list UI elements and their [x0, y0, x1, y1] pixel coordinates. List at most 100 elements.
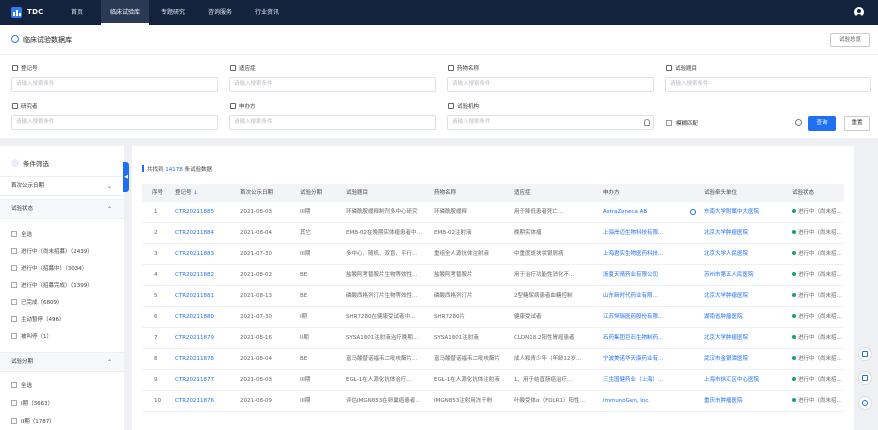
trial-overview-button[interactable]: 试验总览: [830, 33, 870, 47]
info-circle-icon[interactable]: [690, 209, 696, 215]
cell-id[interactable]: CTR20211876: [175, 391, 235, 412]
table-row[interactable]: 10 CTR20211876 2021-08-09 III期 评估IMGN853在卵巢癌…: [142, 391, 844, 412]
cell-id[interactable]: CTR20211884: [175, 223, 235, 244]
query-button[interactable]: 查询: [808, 116, 836, 131]
indication-input[interactable]: 请输入搜索条件: [229, 77, 436, 92]
cell-sponsor[interactable]: 上海岸迈生物科技有限…: [603, 223, 683, 244]
status-option-paused[interactable]: 主动暂停（496）: [11, 315, 65, 323]
table-row[interactable]: 4 CTR20211882 2021-08-02 BE 盐酸阿考替胺片生物等效性… 盐酸阿…: [142, 265, 844, 286]
nav-clinical-trial-db[interactable]: 临床试验库: [101, 0, 149, 25]
nav-topic-research[interactable]: 专题研究: [150, 0, 196, 25]
cell-sponsor[interactable]: 宁波美诺华天康药业有…: [603, 349, 683, 370]
cell-sponsor[interactable]: ImmunoGen, Inc.: [603, 391, 683, 412]
cell-title: EGL-1在人源化抗体治疗…: [346, 377, 412, 383]
researcher-input[interactable]: 请输入搜索条件: [11, 115, 218, 130]
option-checkbox[interactable]: [11, 248, 17, 254]
option-checkbox[interactable]: [11, 282, 17, 288]
registration-no-input[interactable]: 请输入搜索条件: [11, 77, 218, 92]
sort-icon[interactable]: ↓: [193, 190, 198, 196]
option-checkbox[interactable]: [11, 299, 17, 305]
cell-id[interactable]: CTR20211883: [175, 244, 235, 265]
table-row[interactable]: 1 CTR20211885 2021-08-03 III期 环磷酰胺缓释制剂多中心研究 环…: [142, 202, 844, 223]
cell-lead[interactable]: 苏州市第五人民医院: [704, 265, 788, 286]
option-checkbox[interactable]: [11, 382, 17, 388]
phase-option-phase-2[interactable]: II期（1787）: [11, 417, 55, 425]
cell-id[interactable]: CTR20211879: [175, 328, 235, 349]
cell-lead[interactable]: 北京大学肿瘤医院: [704, 286, 788, 307]
status-option-select-all[interactable]: 全选: [11, 230, 32, 238]
table-row[interactable]: 8 CTR20211878 2021-08-04 BE 富马酸替诺福韦二吡呋酯片… 富马酸…: [142, 349, 844, 370]
cell-sponsor[interactable]: AstraZeneca AB: [603, 202, 683, 223]
table-row[interactable]: 9 CTR20211877 2021-08-03 III期 EGL-1在人源化抗体治疗……: [142, 370, 844, 391]
option-checkbox[interactable]: [11, 265, 17, 271]
status-option-recruitment-complete[interactable]: 进行中（招募完成）（1399）: [11, 281, 93, 289]
collapse-sidebar-icon[interactable]: ◀: [123, 162, 129, 192]
cell-drug: IMGN853注射用冻干粉: [434, 398, 493, 404]
option-checkbox[interactable]: [11, 400, 17, 406]
trial-title-input[interactable]: 请输入搜索条件: [665, 77, 871, 92]
tdc-logo-icon[interactable]: [11, 7, 22, 18]
nav-consulting[interactable]: 咨询服务: [197, 0, 243, 25]
drug-name-input[interactable]: 请输入搜索条件: [447, 77, 654, 92]
filter-section-trial-status[interactable]: 试验状态 ⌃: [0, 199, 124, 219]
option-checkbox[interactable]: [11, 418, 17, 424]
cell-id[interactable]: CTR20211880: [175, 307, 235, 328]
cell-sponsor[interactable]: 浙夏天晴药业有限公司: [603, 265, 683, 286]
cell-id[interactable]: CTR20211882: [175, 265, 235, 286]
arrow-up-icon[interactable]: [858, 396, 872, 410]
status-option-recruiting[interactable]: 进行中（招募中）（3034）: [11, 264, 87, 272]
table-row[interactable]: 7 CTR20211879 2021-08-16 II期 SYSA1801注射液治疗晚期…: [142, 328, 844, 349]
status-option-stopped[interactable]: 被叫停（1）: [11, 332, 52, 340]
cell-sponsor[interactable]: 上海君实生物医药科技…: [603, 244, 683, 265]
cell-lead[interactable]: 东南大学附属中大医院: [704, 202, 788, 223]
cell-indication: CLDN18.2阳性胃癌患者: [514, 335, 575, 341]
cell-title: SHR7280在健康受试者中…: [346, 314, 416, 320]
table-row[interactable]: 6 CTR20211880 2021-07-30 I期 SHR7280在健康受试者中… S…: [142, 307, 844, 328]
cell-lead[interactable]: 上海市徐汇区中心医院: [704, 370, 788, 391]
fuzzy-match-checkbox[interactable]: [666, 120, 672, 126]
table-row[interactable]: 2 CTR20211884 2021-08-04 其它 EMB-02在晚期实体瘤患者中……: [142, 223, 844, 244]
option-checkbox[interactable]: [11, 316, 17, 322]
cell-sponsor[interactable]: 石药集团巨石生物制药…: [603, 328, 683, 349]
cell-lead[interactable]: 北京大学肿瘤医院: [704, 328, 788, 349]
cell-sponsor[interactable]: 三生国健药业（上海）…: [603, 370, 683, 391]
column-header-indication: 适应症: [514, 190, 531, 196]
filter-section-trial-phase[interactable]: 试验分期 ⌃: [0, 352, 124, 372]
cell-sponsor[interactable]: 山东新时代药业有限…: [603, 286, 683, 307]
cell-id[interactable]: CTR20211881: [175, 286, 235, 307]
filter-section-first-publish-date[interactable]: 首次公示日期 ⌄: [0, 176, 124, 196]
phase-option-phase-1[interactable]: I期（3663）: [11, 399, 53, 407]
cell-id[interactable]: CTR20211877: [175, 370, 235, 391]
clipboard-icon[interactable]: [858, 371, 872, 385]
nav-home[interactable]: 首页: [58, 0, 96, 25]
phase-option-select-all[interactable]: 全选: [11, 381, 32, 389]
cell-lead[interactable]: 重庆市肿瘤医院: [704, 391, 788, 412]
nav-industry-news[interactable]: 行业资讯: [244, 0, 290, 25]
column-header-reg-no[interactable]: 登记号 ↓: [175, 184, 198, 202]
column-header-lead-unit: 试验牵头单位: [704, 190, 738, 196]
status-option-not-recruiting[interactable]: 进行中（尚未招募）（2439）: [11, 247, 93, 255]
reset-button[interactable]: 重置: [844, 116, 870, 131]
cell-lead[interactable]: 武汉市金银潭医院: [704, 349, 788, 370]
cell-sponsor[interactable]: 江苏恒瑞医药股份有限…: [603, 307, 683, 328]
pin-icon[interactable]: [644, 119, 650, 126]
status-option-completed[interactable]: 已完成（6809）: [11, 298, 63, 306]
user-avatar-icon[interactable]: [854, 7, 864, 17]
status-dot-icon: [792, 356, 796, 360]
column-header-title: 试验题目: [346, 190, 369, 196]
cell-id[interactable]: CTR20211885: [175, 202, 235, 223]
cell-lead[interactable]: 北京大学人民医院: [704, 244, 788, 265]
cell-lead[interactable]: 北京大学肿瘤医院: [704, 223, 788, 244]
help-icon[interactable]: [795, 119, 802, 126]
brand-name[interactable]: TDC: [27, 8, 44, 16]
cell-id[interactable]: CTR20211878: [175, 349, 235, 370]
option-checkbox[interactable]: [11, 231, 17, 237]
headset-icon[interactable]: [858, 347, 872, 361]
cell-lead[interactable]: 湖南省肿瘤医院: [704, 307, 788, 328]
institution-input[interactable]: 请输入搜索条件: [447, 115, 654, 130]
option-checkbox[interactable]: [11, 333, 17, 339]
sponsor-input[interactable]: 请输入搜索条件: [229, 115, 436, 130]
status-dot-icon: [792, 314, 796, 318]
table-row[interactable]: 3 CTR20211883 2021-07-30 III期 多中心、随机、双盲、平行… 重…: [142, 244, 844, 265]
table-row[interactable]: 5 CTR20211881 2021-08-13 BE 磷酸西格列汀片生物等效性… 磷酸西…: [142, 286, 844, 307]
